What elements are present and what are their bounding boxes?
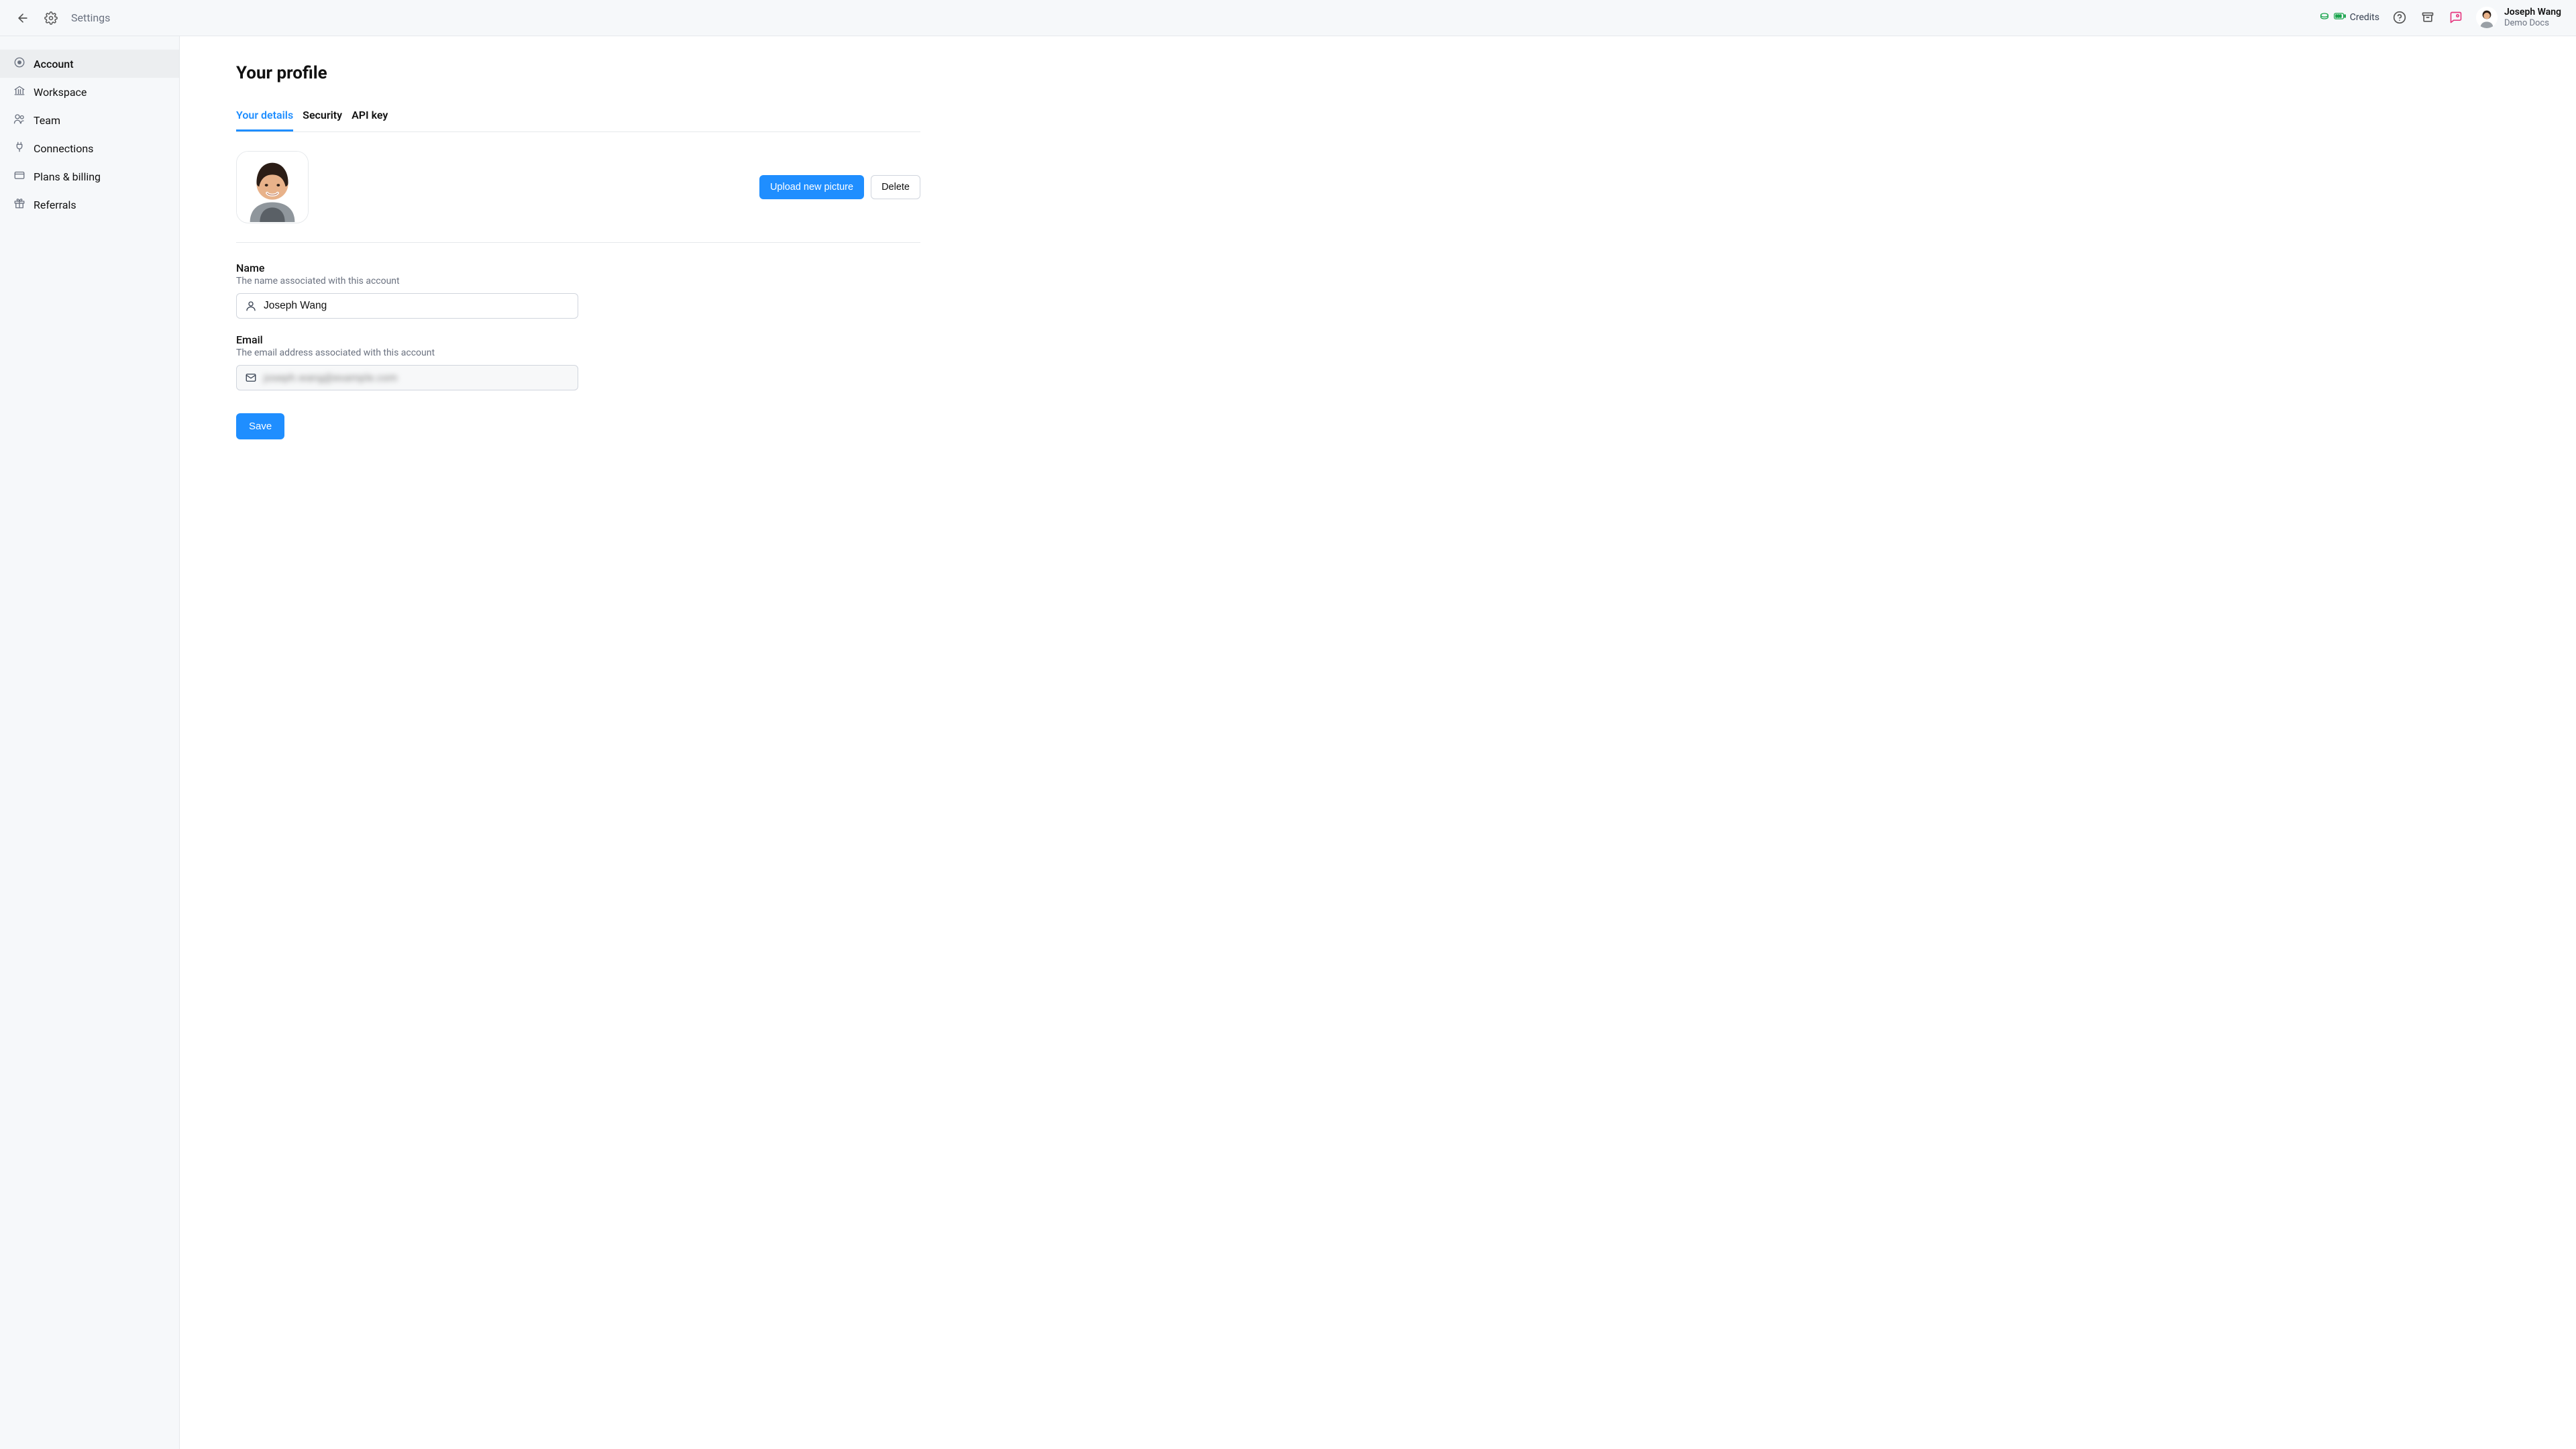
- credits-block[interactable]: Credits: [2319, 11, 2379, 24]
- tab-your-details[interactable]: Your details: [236, 103, 293, 131]
- gift-icon: [13, 197, 25, 212]
- plug-icon: [13, 141, 25, 156]
- settings-icon-button[interactable]: [43, 10, 59, 26]
- profile-text: Joseph Wang Demo Docs: [2504, 7, 2561, 28]
- email-input-wrap: joseph.wang@example.com: [236, 365, 578, 390]
- save-button[interactable]: Save: [236, 413, 284, 439]
- tab-security[interactable]: Security: [303, 103, 342, 131]
- avatar-actions: Upload new picture Delete: [759, 175, 920, 199]
- sidebar-item-label: Workspace: [34, 86, 87, 99]
- name-input-wrap[interactable]: [236, 293, 578, 319]
- help-circle-icon: [2393, 11, 2406, 24]
- target-icon: [13, 56, 25, 71]
- sidebar-item-team[interactable]: Team: [0, 106, 179, 134]
- tab-api-key[interactable]: API key: [352, 103, 388, 131]
- user-icon: [245, 300, 257, 312]
- battery-icon: [2334, 11, 2346, 23]
- help-button[interactable]: [2392, 9, 2408, 25]
- sidebar-item-workspace[interactable]: Workspace: [0, 78, 179, 106]
- sidebar-item-connections[interactable]: Connections: [0, 134, 179, 162]
- topbar-right: Credits Joseph Wang Demo Docs: [2319, 7, 2561, 28]
- bank-icon: [13, 85, 25, 99]
- sidebar-item-label: Connections: [34, 142, 93, 155]
- avatar-section: Upload new picture Delete: [236, 151, 920, 243]
- profile-subtitle: Demo Docs: [2504, 18, 2561, 29]
- avatar-small: [2476, 7, 2498, 28]
- sidebar-item-label: Referrals: [34, 199, 76, 211]
- content: Your profile Your details Security API key: [180, 36, 2576, 1449]
- delete-picture-button[interactable]: Delete: [871, 175, 920, 199]
- mail-icon: [245, 372, 257, 384]
- profile-name: Joseph Wang: [2504, 7, 2561, 18]
- sidebar-item-label: Account: [34, 58, 74, 70]
- back-button[interactable]: [15, 10, 31, 26]
- email-label: Email: [236, 333, 578, 346]
- profile-menu[interactable]: Joseph Wang Demo Docs: [2476, 7, 2561, 28]
- email-field-group: Email The email address associated with …: [236, 333, 578, 390]
- sidebar-item-plans-billing[interactable]: Plans & billing: [0, 162, 179, 191]
- feedback-button[interactable]: [2448, 9, 2464, 25]
- avatar-large: [236, 151, 309, 223]
- sidebar-item-referrals[interactable]: Referrals: [0, 191, 179, 219]
- name-desc: The name associated with this account: [236, 276, 578, 286]
- email-desc: The email address associated with this a…: [236, 347, 578, 358]
- topbar-left: Settings: [15, 10, 110, 26]
- credits-label: Credits: [2350, 12, 2379, 23]
- sidebar-item-account[interactable]: Account: [0, 50, 179, 78]
- coin-icon: [2319, 11, 2330, 24]
- page-title: Your profile: [236, 63, 920, 83]
- sidebar-item-label: Team: [34, 114, 60, 127]
- name-input[interactable]: [264, 300, 570, 312]
- name-field-group: Name The name associated with this accou…: [236, 262, 578, 319]
- archive-button[interactable]: [2420, 9, 2436, 25]
- archive-icon: [2421, 11, 2434, 24]
- topbar: Settings Credits: [0, 0, 2576, 36]
- upload-picture-button[interactable]: Upload new picture: [759, 175, 864, 199]
- tabs: Your details Security API key: [236, 103, 920, 132]
- users-icon: [13, 113, 25, 127]
- sidebar: Account Workspace Team Connections Plans & b…: [0, 36, 180, 1449]
- sidebar-item-label: Plans & billing: [34, 170, 101, 183]
- chat-bubble-icon: [2449, 11, 2463, 24]
- arrow-left-icon: [16, 11, 30, 25]
- name-label: Name: [236, 262, 578, 274]
- email-value-obscured: joseph.wang@example.com: [264, 372, 398, 384]
- topbar-title: Settings: [71, 11, 110, 24]
- gear-icon: [44, 11, 58, 25]
- card-icon: [13, 169, 25, 184]
